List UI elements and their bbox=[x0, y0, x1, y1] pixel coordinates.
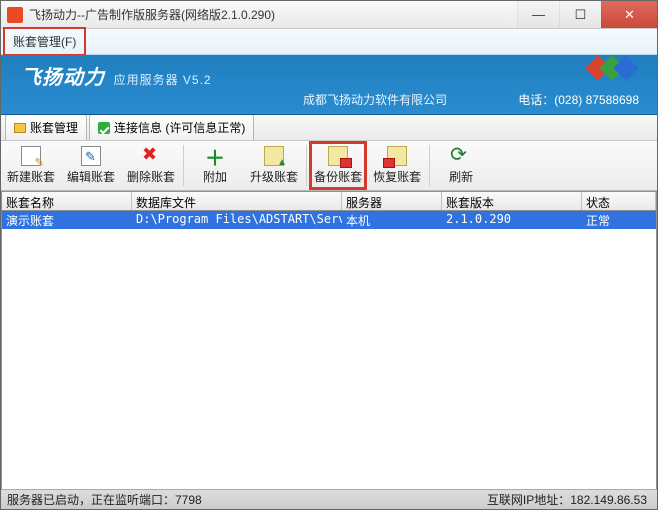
tab-connection-info[interactable]: 连接信息 (许可信息正常) bbox=[89, 114, 254, 140]
btn-label: 新建账套 bbox=[7, 168, 55, 185]
brand-sub: 应用服务器 V5.2 bbox=[114, 73, 212, 87]
btn-label: 刷新 bbox=[449, 168, 473, 185]
separator bbox=[429, 145, 430, 186]
separator bbox=[183, 145, 184, 186]
backup-icon bbox=[328, 146, 348, 166]
status-bar: 服务器已启动，正在监听端口：7798 互联网IP地址：182.149.86.53 bbox=[1, 489, 657, 509]
refresh-icon bbox=[451, 146, 471, 166]
window-title: 飞扬动力--广告制作版服务器(网络版2.1.0.290) bbox=[29, 6, 517, 23]
minimize-button[interactable]: — bbox=[517, 1, 559, 28]
btn-label: 删除账套 bbox=[127, 168, 175, 185]
tab-account-mgmt[interactable]: 账套管理 bbox=[5, 114, 87, 140]
new-account-button[interactable]: 新建账套 bbox=[1, 141, 61, 190]
ip-label: 互联网IP地址： bbox=[487, 493, 570, 507]
cell-status: 正常 bbox=[582, 211, 656, 229]
col-name[interactable]: 账套名称 bbox=[2, 192, 132, 210]
separator bbox=[306, 145, 307, 186]
company-name: 成都飞扬动力软件有限公司 bbox=[303, 91, 447, 108]
tab-strip: 账套管理 连接信息 (许可信息正常) bbox=[1, 115, 657, 141]
delete-icon bbox=[141, 146, 161, 166]
btn-label: 编辑账套 bbox=[67, 168, 115, 185]
banner: 飞扬动力 应用服务器 V5.2 成都飞扬动力软件有限公司 电话：(028) 87… bbox=[1, 55, 657, 115]
menu-account-mgmt[interactable]: 账套管理(F) bbox=[3, 27, 86, 56]
restore-icon bbox=[387, 146, 407, 166]
tab-label: 连接信息 (许可信息正常) bbox=[114, 119, 245, 136]
col-dbfile[interactable]: 数据库文件 bbox=[132, 192, 342, 210]
cell-name: 演示账套 bbox=[2, 211, 132, 229]
cell-version: 2.1.0.290 bbox=[442, 211, 582, 229]
maximize-button[interactable]: ☐ bbox=[559, 1, 601, 28]
plus-icon bbox=[205, 146, 225, 166]
btn-label: 恢复账套 bbox=[373, 168, 421, 185]
restore-button[interactable]: 恢复账套 bbox=[367, 141, 427, 190]
close-button[interactable]: ✕ bbox=[601, 1, 657, 28]
brand-title: 飞扬动力 应用服务器 V5.2 bbox=[21, 61, 212, 90]
attach-button[interactable]: 附加 bbox=[186, 141, 244, 190]
ip-value: 182.149.86.53 bbox=[570, 493, 647, 507]
folder-icon bbox=[14, 123, 26, 133]
menu-bar: 账套管理(F) bbox=[1, 29, 657, 55]
app-window: 飞扬动力--广告制作版服务器(网络版2.1.0.290) — ☐ ✕ 账套管理(… bbox=[0, 0, 658, 510]
col-status[interactable]: 状态 bbox=[582, 192, 656, 210]
phone-info: 电话：(028) 87588698 bbox=[518, 91, 639, 108]
toolbar: 新建账套 编辑账套 删除账套 附加 升级账套 备份账套 恢复账套 bbox=[1, 141, 657, 191]
delete-account-button[interactable]: 删除账套 bbox=[121, 141, 181, 190]
status-right: 互联网IP地址：182.149.86.53 bbox=[487, 491, 657, 508]
table-row[interactable]: 演示账套 D:\Program Files\ADSTART\Server\ 本机… bbox=[2, 211, 656, 229]
app-icon bbox=[7, 7, 23, 23]
tab-label: 账套管理 bbox=[30, 119, 78, 136]
window-buttons: — ☐ ✕ bbox=[517, 1, 657, 28]
col-server[interactable]: 服务器 bbox=[342, 192, 442, 210]
check-icon bbox=[98, 122, 110, 134]
phone-number: (028) 87588698 bbox=[554, 93, 639, 107]
status-left: 服务器已启动，正在监听端口：7798 bbox=[1, 491, 487, 508]
grid-body[interactable]: 演示账套 D:\Program Files\ADSTART\Server\ 本机… bbox=[1, 211, 657, 493]
upgrade-icon bbox=[264, 146, 284, 166]
btn-label: 升级账套 bbox=[250, 168, 298, 185]
edit-icon bbox=[81, 146, 101, 166]
cell-server: 本机 bbox=[342, 211, 442, 229]
edit-account-button[interactable]: 编辑账套 bbox=[61, 141, 121, 190]
col-version[interactable]: 账套版本 bbox=[442, 192, 582, 210]
new-icon bbox=[21, 146, 41, 166]
brand-main: 飞扬动力 bbox=[21, 67, 105, 89]
grid-header: 账套名称 数据库文件 服务器 账套版本 状态 bbox=[1, 191, 657, 211]
phone-label: 电话： bbox=[518, 93, 554, 107]
logo-cubes-icon bbox=[593, 59, 635, 77]
upgrade-button[interactable]: 升级账套 bbox=[244, 141, 304, 190]
refresh-button[interactable]: 刷新 bbox=[432, 141, 490, 190]
title-bar: 飞扬动力--广告制作版服务器(网络版2.1.0.290) — ☐ ✕ bbox=[1, 1, 657, 29]
cell-dbfile: D:\Program Files\ADSTART\Server\ bbox=[132, 211, 342, 229]
backup-button[interactable]: 备份账套 bbox=[309, 141, 367, 190]
btn-label: 备份账套 bbox=[314, 168, 362, 185]
